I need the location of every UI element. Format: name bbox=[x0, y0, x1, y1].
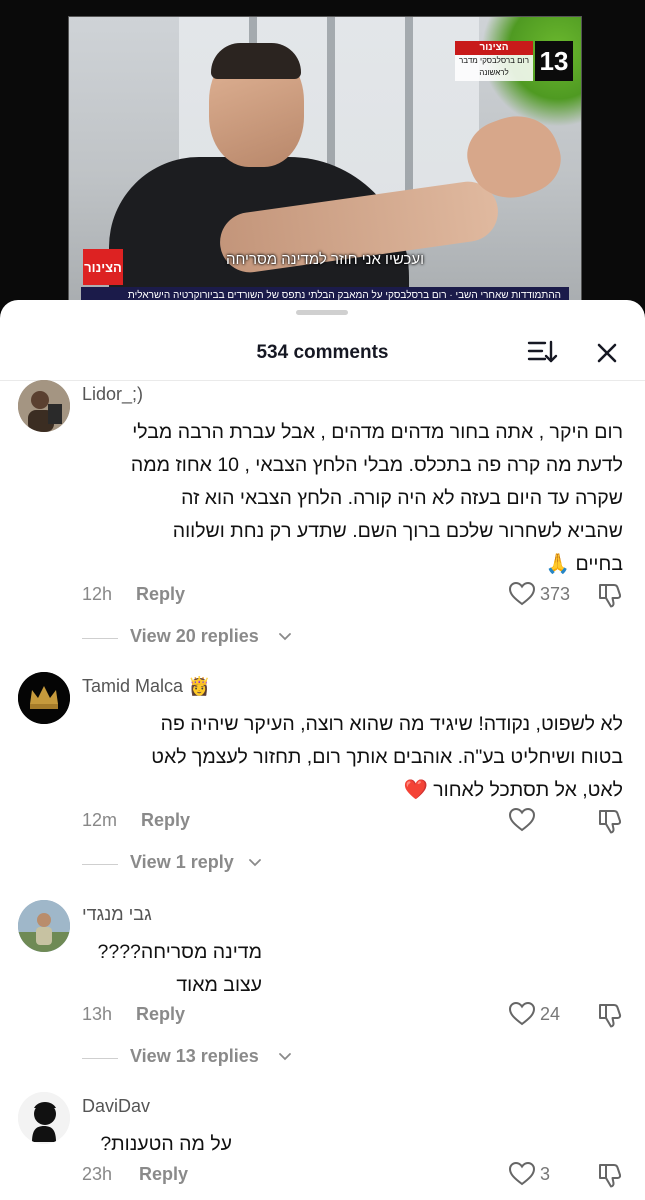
comment-line: לדעת מה קרה פה בתכלס. מבלי הלחץ הצבאי , … bbox=[130, 454, 623, 476]
avatar-image bbox=[18, 380, 70, 432]
close-icon bbox=[597, 343, 617, 363]
dislike-button[interactable] bbox=[596, 806, 626, 836]
channel-number: 13 bbox=[535, 41, 573, 81]
comment-line: רום היקר , אתה בחור מדהים מדהים , אבל עב… bbox=[132, 421, 623, 443]
thumbs-down-icon bbox=[599, 584, 622, 608]
news-label: הצינור bbox=[455, 41, 533, 55]
heart-icon bbox=[508, 581, 536, 606]
comment-time: 23h bbox=[82, 1164, 113, 1184]
comment-time: 12m bbox=[82, 810, 118, 830]
like-button[interactable]: 24 bbox=[508, 1000, 578, 1030]
avatar-image bbox=[18, 900, 70, 952]
avatar[interactable] bbox=[18, 900, 70, 952]
view-replies-button[interactable]: View 1 reply bbox=[82, 852, 302, 878]
comment-line: לא לשפוט, נקודה! שיגיד מה שהוא רוצה, העי… bbox=[160, 713, 623, 735]
channel-logo: 13 הצינור רום ברסלבסקי מדבר לראשונה bbox=[451, 41, 573, 81]
like-button[interactable]: 373 bbox=[508, 580, 578, 610]
view-replies-label: View 20 replies bbox=[130, 626, 259, 646]
comment-line: עצוב מאוד bbox=[176, 974, 262, 996]
like-count: 373 bbox=[540, 584, 571, 604]
channel-subtitle: רום ברסלבסקי מדבר לראשונה bbox=[455, 55, 533, 81]
comment-item: Lidor_;) רום היקר , אתה בחור מדהים מדהים… bbox=[0, 380, 645, 680]
close-button[interactable] bbox=[592, 338, 622, 368]
reply-button[interactable]: Reply bbox=[136, 1004, 185, 1025]
comment-line: שקרה עד היום בעזה לא היה קורה. הלחץ הצבא… bbox=[181, 487, 623, 509]
video-caption: ועכשיו אני חוזר למדינה מסריחה bbox=[225, 251, 425, 268]
comments-header: 534 comments bbox=[0, 328, 645, 376]
comment-item: DaviDav על מה הטענות? 23h Reply 3 bbox=[0, 1092, 645, 1200]
comment-line: בטוח ושיחליט בע"ה. אוהבים אותך רום, תחזו… bbox=[151, 746, 623, 768]
avatar-image bbox=[18, 1092, 70, 1144]
comment-text: לא לשפוט, נקודה! שיגיד מה שהוא רוצה, העי… bbox=[82, 708, 623, 807]
comment-time: 13h bbox=[82, 1004, 113, 1024]
thumbs-down-icon bbox=[599, 1164, 622, 1188]
like-count: 3 bbox=[540, 1164, 551, 1184]
heart-icon bbox=[508, 1001, 536, 1026]
sort-button[interactable] bbox=[526, 338, 558, 366]
comment-line: מדינה מסריחה???? bbox=[97, 941, 262, 963]
view-replies-line bbox=[82, 1058, 118, 1059]
view-replies-button[interactable]: View 13 replies bbox=[82, 1046, 322, 1072]
dislike-button[interactable] bbox=[596, 580, 626, 610]
thumbs-down-icon bbox=[599, 810, 622, 834]
comment-text: מדינה מסריחה???? עצוב מאוד bbox=[82, 936, 262, 1002]
reply-button[interactable]: Reply bbox=[139, 1164, 188, 1185]
view-replies-label: View 13 replies bbox=[130, 1046, 259, 1066]
comment-item: Tamid Malca 👸 לא לשפוט, נקודה! שיגיד מה … bbox=[0, 672, 645, 882]
comment-time: 12h bbox=[82, 584, 113, 604]
comment-username[interactable]: DaviDav bbox=[82, 1096, 150, 1117]
thumbs-down-icon bbox=[599, 1004, 622, 1028]
like-button[interactable] bbox=[508, 806, 578, 836]
sort-icon bbox=[527, 340, 558, 363]
tv-screen: 13 הצינור רום ברסלבסקי מדבר לראשונה הצינ… bbox=[68, 16, 582, 306]
video-player[interactable]: 13 הצינור רום ברסלבסקי מדבר לראשונה הצינ… bbox=[0, 0, 645, 310]
comment-username[interactable]: Tamid Malca 👸 bbox=[82, 676, 210, 697]
comments-sheet: 534 comments Lidor_;) רום היקר , אתה בחו… bbox=[0, 300, 645, 1200]
view-replies-label: View 1 reply bbox=[130, 852, 234, 872]
comment-item: גבי מנגדי מדינה מסריחה???? עצוב מאוד 13h… bbox=[0, 900, 645, 1080]
avatar[interactable] bbox=[18, 1092, 70, 1144]
dislike-button[interactable] bbox=[596, 1000, 626, 1030]
avatar[interactable] bbox=[18, 672, 70, 724]
comment-line: שהביא לשחרור שלכם ברוך השם. שתדע רק נחת … bbox=[172, 520, 623, 542]
comment-username[interactable]: Lidor_;) bbox=[82, 384, 143, 405]
comment-line: על מה הטענות? bbox=[100, 1133, 232, 1155]
reply-button[interactable]: Reply bbox=[141, 810, 190, 831]
drag-handle[interactable] bbox=[296, 310, 348, 315]
comment-username[interactable]: גבי מנגדי bbox=[82, 904, 152, 925]
comment-line: בחיים 🙏 bbox=[545, 553, 623, 575]
view-replies-button[interactable]: View 20 replies bbox=[82, 626, 322, 652]
view-replies-line bbox=[82, 864, 118, 865]
heart-icon bbox=[508, 807, 536, 832]
avatar[interactable] bbox=[18, 380, 70, 432]
heart-icon bbox=[508, 1161, 536, 1186]
reply-button[interactable]: Reply bbox=[136, 584, 185, 605]
person-hair bbox=[211, 43, 301, 79]
comment-text: על מה הטענות? bbox=[82, 1128, 232, 1161]
view-replies-line bbox=[82, 638, 118, 639]
comment-text: רום היקר , אתה בחור מדהים מדהים , אבל עב… bbox=[82, 416, 623, 581]
chevron-down-icon bbox=[279, 633, 291, 641]
avatar-image bbox=[18, 672, 70, 724]
like-button[interactable]: 3 bbox=[508, 1160, 578, 1190]
dislike-button[interactable] bbox=[596, 1160, 626, 1190]
like-count: 24 bbox=[540, 1004, 561, 1024]
chevron-down-icon bbox=[249, 859, 261, 867]
chevron-down-icon bbox=[279, 1053, 291, 1061]
comment-line: לאט, אל תסתכל לאחור ❤️ bbox=[403, 779, 623, 801]
